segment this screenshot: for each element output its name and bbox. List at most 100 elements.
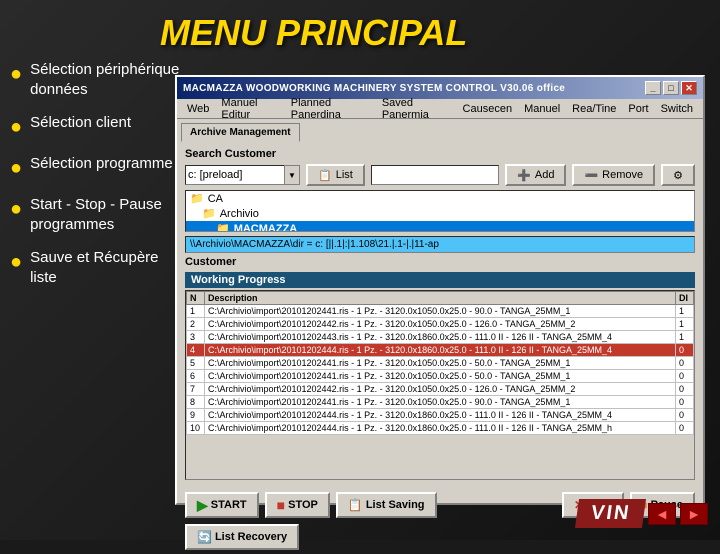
cell-desc: C:\Archivio\import\20101202441.ris - 1 P… [205, 396, 676, 409]
cell-di: 1 [676, 331, 694, 344]
remove-icon: ➖ [584, 169, 598, 182]
folder-icon-ca: 📁 [190, 192, 204, 205]
list-saving-button[interactable]: 📋 List Saving [336, 492, 437, 518]
cell-desc: C:\Archivio\import\20101202443.ris - 1 P… [205, 331, 676, 344]
search-row: Search Customer [185, 148, 695, 160]
cell-desc: C:\Archivio\import\20101202442.ris - 1 P… [205, 318, 676, 331]
start-icon: ▶ [197, 497, 208, 514]
menu-manuel2[interactable]: Manuel [518, 102, 566, 116]
table-row[interactable]: 5 C:\Archivio\import\20101202441.ris - 1… [187, 357, 694, 370]
list-button[interactable]: 📋 List [306, 164, 365, 186]
dialog-content: Search Customer c: [preload] ▼ 📋 List ➕ … [177, 142, 703, 486]
table-row[interactable]: 10 C:\Archivio\import\20101202444.ris - … [187, 422, 694, 435]
main-dialog: MACMAZZA WOODWORKING MACHINERY SYSTEM CO… [175, 75, 705, 505]
combo-arrow-icon[interactable]: ▼ [284, 165, 300, 185]
cell-di: 0 [676, 344, 694, 357]
table-row[interactable]: 8 C:\Archivio\import\20101202441.ris - 1… [187, 396, 694, 409]
col-header-n: N [187, 292, 205, 305]
cell-n: 6 [187, 370, 205, 383]
add-button[interactable]: ➕ Add [505, 164, 566, 186]
menu-item-start-stop[interactable]: ● Start - Stop - Pause programmes [10, 195, 185, 234]
remove-button[interactable]: ➖ Remove [572, 164, 655, 186]
menu-item-sauve[interactable]: ● Sauve et Récupère liste [10, 248, 185, 287]
menu-text-sauve: Sauve et Récupère liste [30, 248, 185, 287]
menu-text-programme: Sélection programme [30, 154, 173, 174]
prev-button[interactable]: ◄ [648, 503, 676, 525]
tree-item-ca[interactable]: 📁 CA [186, 191, 694, 206]
table-row[interactable]: 2 C:\Archivio\import\20101202442.ris - 1… [187, 318, 694, 331]
tab-archive-management[interactable]: Archive Management [181, 123, 300, 142]
list-saving-icon: 📋 [348, 498, 363, 512]
left-menu: ● Sélection périphérique données ● Sélec… [10, 60, 185, 301]
start-button[interactable]: ▶ START [185, 492, 259, 518]
dialog-title: MACMAZZA WOODWORKING MACHINERY SYSTEM CO… [183, 83, 565, 94]
next-button[interactable]: ► [680, 503, 708, 525]
cell-desc: C:\Archivio\import\20101202441.ris - 1 P… [205, 357, 676, 370]
tree-item-archivio[interactable]: 📁 Archivio [186, 206, 694, 221]
menu-causecen[interactable]: Causecen [457, 102, 519, 116]
window-controls: _ □ ✕ [645, 81, 697, 95]
cell-desc: C:\Archivio\import\20101202441.ris - 1 P… [205, 305, 676, 318]
menu-web[interactable]: Web [181, 102, 215, 116]
table-row[interactable]: 4 C:\Archivio\import\20101202444.ris - 1… [187, 344, 694, 357]
cell-n: 5 [187, 357, 205, 370]
menu-item-programme[interactable]: ● Sélection programme [10, 154, 185, 181]
cell-di: 0 [676, 409, 694, 422]
cell-n: 8 [187, 396, 205, 409]
menu-port[interactable]: Port [622, 102, 654, 116]
tree-item-macmazza[interactable]: 📁 MACMAZZA [186, 221, 694, 232]
cell-n: 7 [187, 383, 205, 396]
menu-reatine[interactable]: Rea/Tine [566, 102, 622, 116]
menu-text-peripherique: Sélection périphérique données [30, 60, 185, 99]
file-tree: 📁 CA 📁 Archivio 📁 MACMAZZA [185, 190, 695, 232]
table-row[interactable]: 3 C:\Archivio\import\20101202443.ris - 1… [187, 331, 694, 344]
numero-risultati-input[interactable] [371, 165, 499, 185]
list-recovery-icon: 🔄 [197, 530, 212, 544]
table-row[interactable]: 7 C:\Archivio\import\20101202442.ris - 1… [187, 383, 694, 396]
col-header-description: Description [205, 292, 676, 305]
cell-n: 10 [187, 422, 205, 435]
cell-di: 1 [676, 305, 694, 318]
menu-saved[interactable]: Saved Panermia [376, 96, 457, 122]
cell-n: 3 [187, 331, 205, 344]
menu-item-peripherique[interactable]: ● Sélection périphérique données [10, 60, 185, 99]
cell-n: 4 [187, 344, 205, 357]
menu-item-client[interactable]: ● Sélection client [10, 113, 185, 140]
add-icon: ➕ [517, 169, 531, 182]
dialog-tabs: Archive Management [177, 119, 703, 142]
bullet-icon-4: ● [10, 196, 22, 222]
cell-desc: C:\Archivio\import\20101202444.ris - 1 P… [205, 344, 676, 357]
menu-switch[interactable]: Switch [655, 102, 699, 116]
menu-text-start-stop: Start - Stop - Pause programmes [30, 195, 185, 234]
combo-value: c: [preload] [188, 169, 242, 181]
minimize-button[interactable]: _ [645, 81, 661, 95]
table-row[interactable]: 9 C:\Archivio\import\20101202444.ris - 1… [187, 409, 694, 422]
data-table-container[interactable]: N Description DI 1 C:\Archivio\import\20… [185, 290, 695, 480]
list-recovery-button[interactable]: 🔄 List Recovery [185, 524, 299, 550]
cell-desc: C:\Archivio\import\20101202441.ris - 1 P… [205, 370, 676, 383]
close-button[interactable]: ✕ [681, 81, 697, 95]
bullet-icon-5: ● [10, 249, 22, 275]
cell-desc: C:\Archivio\import\20101202442.ris - 1 P… [205, 383, 676, 396]
table-row[interactable]: 6 C:\Archivio\import\20101202441.ris - 1… [187, 370, 694, 383]
table-row[interactable]: 1 C:\Archivio\import\20101202441.ris - 1… [187, 305, 694, 318]
cell-di: 0 [676, 370, 694, 383]
cell-n: 2 [187, 318, 205, 331]
settings-button[interactable]: ⚙ [661, 164, 695, 186]
stop-button[interactable]: ■ STOP [265, 492, 330, 518]
cell-desc: C:\Archivio\import\20101202444.ris - 1 P… [205, 422, 676, 435]
maximize-button[interactable]: □ [663, 81, 679, 95]
preload-combo[interactable]: c: [preload] [185, 165, 285, 185]
data-table: N Description DI 1 C:\Archivio\import\20… [186, 291, 694, 435]
cell-di: 0 [676, 422, 694, 435]
menu-manuel[interactable]: Manuel Editur [215, 96, 284, 122]
cell-n: 1 [187, 305, 205, 318]
page-title: MENU PRINCIPAL [160, 12, 467, 54]
vin-logo: VIN [575, 499, 646, 528]
menu-planned[interactable]: Planned Panerdina [285, 96, 376, 122]
bullet-icon: ● [10, 61, 22, 87]
cell-di: 0 [676, 357, 694, 370]
dialog-menubar: Web Manuel Editur Planned Panerdina Save… [177, 99, 703, 119]
working-progress-header: Working Progress [185, 272, 695, 288]
list-icon: 📋 [318, 169, 332, 182]
